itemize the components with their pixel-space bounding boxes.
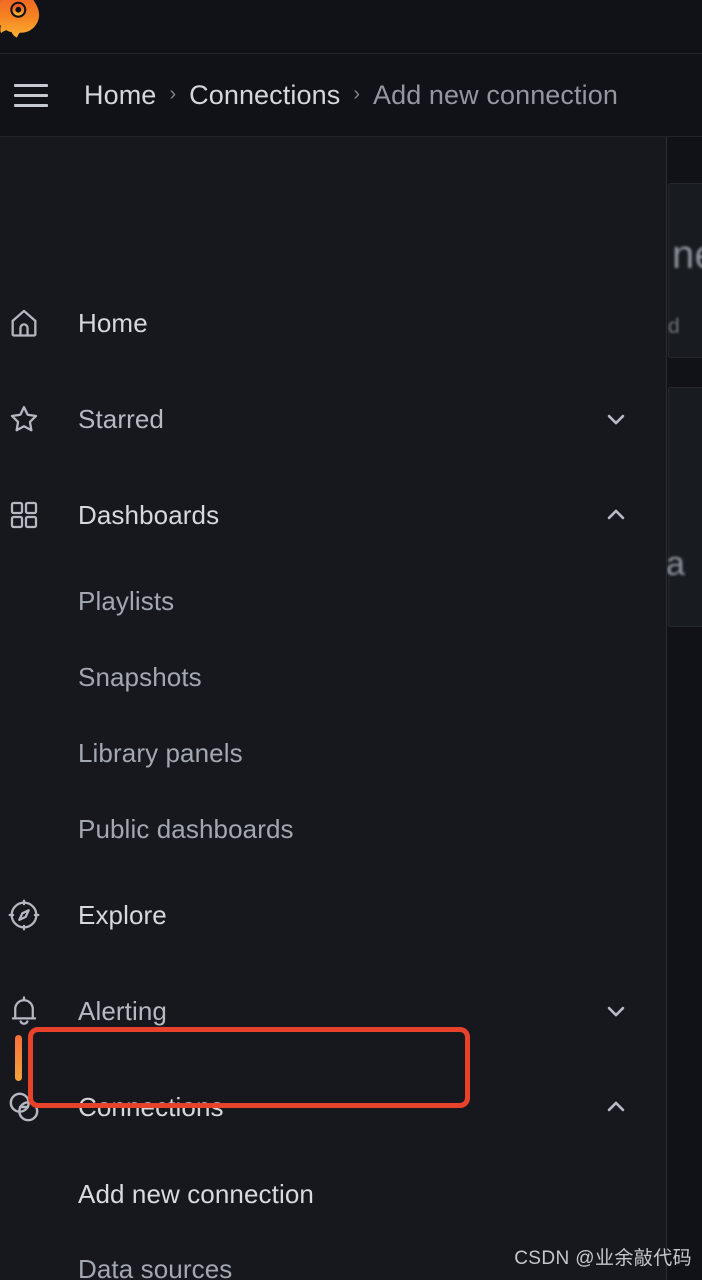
background-title-fragment: ne — [672, 233, 702, 277]
sidebar-item-dashboards[interactable]: Dashboards — [0, 488, 666, 542]
sidebar-item-label: Snapshots — [78, 661, 202, 692]
sidebar-item-alerting[interactable]: Alerting — [0, 984, 666, 1038]
sidebar-item-playlists[interactable]: Playlists — [0, 574, 666, 628]
sidebar-item-label: Home — [78, 307, 148, 338]
sidebar-item-connections[interactable]: Connections — [0, 1080, 666, 1134]
breadcrumb-bar: Home › Connections › Add new connection — [0, 54, 702, 137]
menu-icon[interactable] — [8, 72, 54, 118]
active-item-indicator — [15, 1035, 22, 1081]
menu-line — [14, 103, 48, 107]
chevron-up-icon[interactable] — [598, 1089, 634, 1125]
background-card — [668, 387, 702, 627]
sidebar-item-explore[interactable]: Explore — [0, 888, 666, 942]
sidebar-item-label: Alerting — [78, 995, 167, 1026]
sidebar-item-label: Dashboards — [78, 499, 220, 530]
menu-line — [14, 93, 48, 97]
dashboards-icon — [4, 495, 44, 535]
sidebar-item-label: Library panels — [78, 737, 243, 768]
chevron-down-icon[interactable] — [598, 401, 634, 437]
sidebar-item-public-dashboards[interactable]: Public dashboards — [0, 802, 666, 856]
sidebar-item-label: Add new connection — [78, 1178, 314, 1209]
chevron-down-icon[interactable] — [598, 993, 634, 1029]
watermark: CSDN @业余敲代码 — [514, 1248, 692, 1269]
chevron-right-icon: › — [169, 82, 177, 105]
sidebar-item-library-panels[interactable]: Library panels — [0, 726, 666, 780]
menu-line — [14, 83, 48, 87]
logo-strip — [0, 0, 702, 54]
mega-menu: Home Starred Dashboards Playlists Snapsh… — [0, 137, 667, 1280]
sidebar-item-label: Data sources — [78, 1253, 233, 1280]
grafana-logo-icon[interactable] — [0, 0, 46, 40]
sidebar-item-label: Playlists — [78, 585, 175, 616]
sidebar-item-label: Starred — [78, 403, 164, 434]
background-subtitle-fragment: d — [668, 315, 680, 338]
home-icon — [4, 303, 44, 343]
breadcrumb: Home › Connections › Add new connection — [84, 80, 618, 111]
compass-icon — [4, 895, 44, 935]
breadcrumb-item-home[interactable]: Home — [84, 80, 156, 111]
sidebar-item-home[interactable]: Home — [0, 296, 666, 350]
sidebar-item-snapshots[interactable]: Snapshots — [0, 650, 666, 704]
chevron-right-icon: › — [353, 82, 360, 105]
star-icon — [4, 399, 44, 439]
chevron-up-icon[interactable] — [598, 497, 634, 533]
sidebar-item-add-new-connection[interactable]: Add new connection — [0, 1167, 666, 1221]
sidebar-item-starred[interactable]: Starred — [0, 392, 666, 446]
connections-icon — [4, 1087, 44, 1127]
breadcrumb-item-add-new-connection[interactable]: Add new connection — [373, 80, 618, 111]
sidebar-item-label: Public dashboards — [78, 813, 294, 844]
sidebar-item-label: Explore — [78, 899, 167, 930]
sidebar-item-label: Connections — [78, 1091, 224, 1122]
grafana-app-window: ne d a Ho — [0, 0, 702, 1280]
background-second-fragment: a — [666, 545, 685, 583]
breadcrumb-item-connections[interactable]: Connections — [189, 80, 340, 111]
bell-icon — [4, 991, 44, 1031]
